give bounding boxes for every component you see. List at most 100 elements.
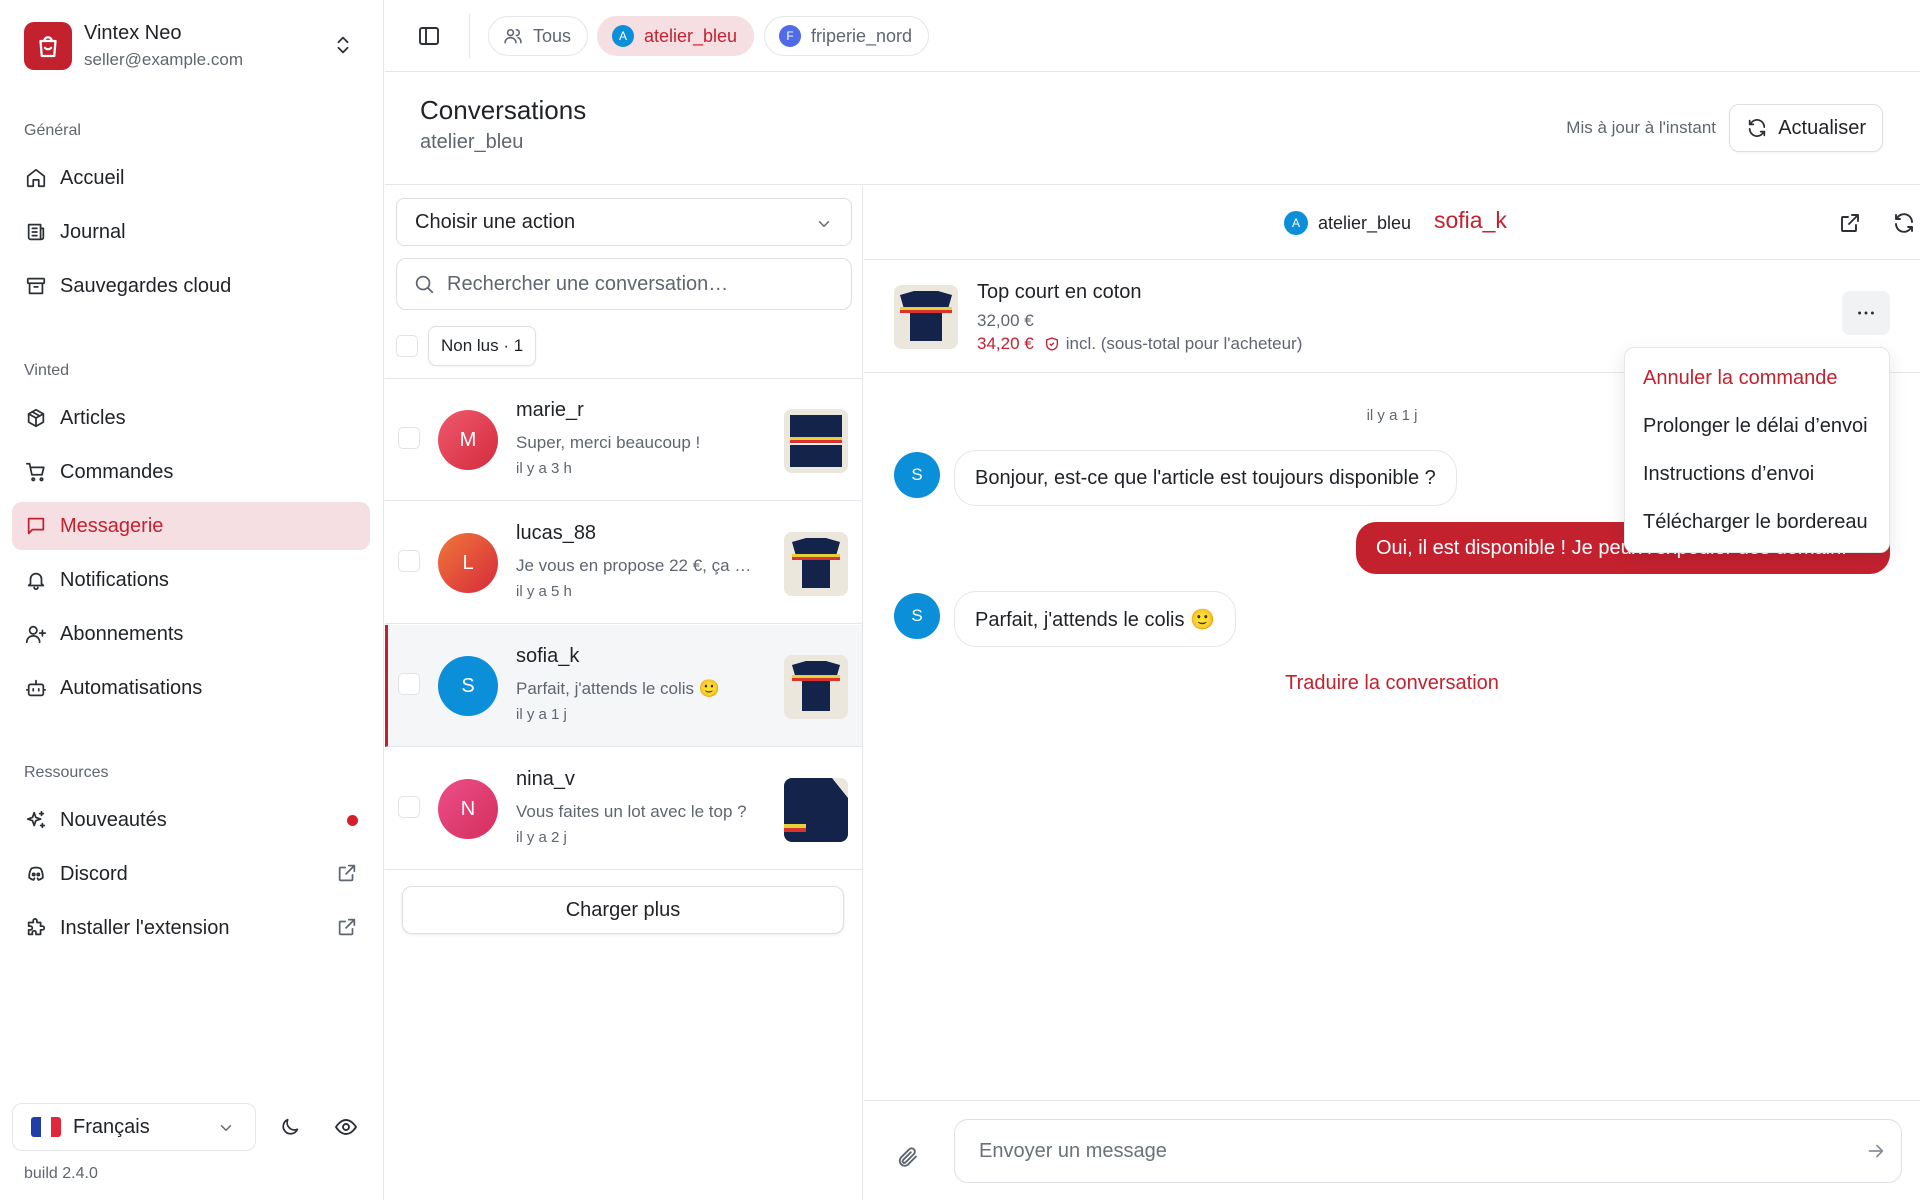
conversation-name: nina_v: [516, 768, 575, 790]
privacy-toggle[interactable]: [326, 1107, 366, 1147]
top-bar: Tous A atelier_bleu F friperie_nord: [385, 0, 1920, 72]
sidebar-item-messagerie[interactable]: Messagerie: [12, 502, 370, 550]
conversation-item[interactable]: L lucas_88 Je vous en propose 22 €, ça v…: [385, 502, 862, 624]
avatar: N: [438, 779, 498, 839]
account-avatar: F: [779, 25, 801, 47]
conversation-time: il y a 3 h: [516, 460, 572, 477]
account-switcher[interactable]: Vintex Neo seller@example.com: [24, 22, 364, 74]
archive-icon: [24, 274, 48, 298]
conversation-preview: Vous faites un lot avec le top ?: [516, 802, 747, 821]
language-select[interactable]: Français: [12, 1103, 256, 1151]
page-subtitle: atelier_bleu: [420, 131, 524, 153]
conversation-preview: Je vous en propose 22 €, ça vous va ?: [516, 556, 756, 575]
product-title: Top court en coton: [977, 281, 1142, 303]
cart-icon: [24, 460, 48, 484]
menu-item-extend-shipping[interactable]: Prolonger le délai d’envoi: [1625, 402, 1889, 450]
open-external-button[interactable]: [1830, 203, 1870, 243]
product-thumbnail: [784, 409, 848, 473]
eye-icon: [334, 1115, 358, 1139]
conversation-preview: Super, merci beaucoup !: [516, 433, 701, 452]
paperclip-icon: [896, 1145, 920, 1169]
translate-conversation-link[interactable]: Traduire la conversation: [864, 672, 1920, 695]
toggle-sidebar-button[interactable]: [409, 16, 449, 56]
journal-icon: [24, 220, 48, 244]
sidebar-item-label: Installer l'extension: [60, 916, 230, 939]
conversation-item-selected[interactable]: S sofia_k Parfait, j'attends le colis 🙂 …: [385, 625, 862, 747]
chip-label: Tous: [533, 25, 572, 46]
sparkles-icon: [24, 808, 48, 832]
menu-item-download-label[interactable]: Télécharger le bordereau: [1625, 498, 1889, 546]
sidebar-item-articles[interactable]: Articles: [12, 394, 370, 442]
refresh-button[interactable]: Actualiser: [1729, 104, 1883, 152]
group-label-general: Général: [24, 122, 81, 139]
bot-icon: [24, 676, 48, 700]
chip-label: atelier_bleu: [644, 25, 738, 46]
sidebar-item-label: Automatisations: [60, 676, 203, 699]
sender-avatar: S: [894, 593, 940, 639]
external-link-icon: [336, 862, 358, 884]
discord-icon: [24, 862, 48, 886]
sidebar-item-nouveautes[interactable]: Nouveautés: [12, 796, 370, 844]
filter-row: Non lus · 1: [396, 326, 537, 366]
conversation-search[interactable]: [396, 258, 852, 310]
avatar: M: [438, 410, 498, 470]
chevrons-up-down-icon[interactable]: [332, 34, 354, 56]
refresh-conversation-button[interactable]: [1884, 203, 1920, 243]
load-more-button[interactable]: Charger plus: [402, 886, 844, 934]
moon-icon: [279, 1116, 301, 1138]
sidebar-item-label: Accueil: [60, 166, 125, 189]
avatar: S: [438, 656, 498, 716]
group-label-ressources: Ressources: [24, 764, 109, 781]
sidebar-item-discord[interactable]: Discord: [12, 850, 370, 898]
account-avatar: A: [612, 25, 634, 47]
sidebar-item-sauvegardes[interactable]: Sauvegardes cloud: [12, 262, 370, 310]
conversation-checkbox[interactable]: [398, 796, 420, 818]
more-horizontal-icon: [1855, 302, 1877, 324]
refresh-label: Actualiser: [1778, 116, 1866, 139]
sidebar-item-automatisations[interactable]: Automatisations: [12, 664, 370, 712]
conversation-list-pane: Choisir une action Non lus · 1 M marie_r…: [385, 186, 863, 1200]
sidebar-item-journal[interactable]: Journal: [12, 208, 370, 256]
dark-mode-toggle[interactable]: [270, 1107, 310, 1147]
attach-button[interactable]: [888, 1137, 928, 1177]
send-icon[interactable]: [1865, 1140, 1887, 1162]
sidebar-item-extension[interactable]: Installer l'extension: [12, 904, 370, 952]
select-all-checkbox[interactable]: [396, 335, 418, 357]
french-flag-icon: [31, 1117, 61, 1137]
conversation-checkbox[interactable]: [398, 550, 420, 572]
conversation-item[interactable]: N nina_v Vous faites un lot avec le top …: [385, 748, 862, 870]
menu-item-cancel-order[interactable]: Annuler la commande: [1625, 354, 1889, 402]
bulk-action-select[interactable]: Choisir une action: [396, 198, 852, 246]
chat-username-link[interactable]: sofia_k: [1434, 207, 1507, 234]
home-icon: [24, 166, 48, 190]
bell-icon: [24, 568, 48, 592]
account-chip-atelier-bleu[interactable]: A atelier_bleu: [597, 16, 755, 56]
sidebar-item-abonnements[interactable]: Abonnements: [12, 610, 370, 658]
chat-pane: A atelier_bleu sofia_k Top court en coto…: [864, 186, 1920, 1200]
conversation-item[interactable]: M marie_r Super, merci beaucoup ! il y a…: [385, 379, 862, 501]
conversation-checkbox[interactable]: [398, 673, 420, 695]
menu-item-shipping-instructions[interactable]: Instructions d’envoi: [1625, 450, 1889, 498]
chevron-down-icon: [815, 215, 833, 233]
message-icon: [24, 514, 48, 538]
account-email: seller@example.com: [84, 50, 243, 69]
account-chip-all[interactable]: Tous: [488, 16, 589, 56]
sidebar-item-accueil[interactable]: Accueil: [12, 154, 370, 202]
sidebar-item-label: Sauvegardes cloud: [60, 274, 232, 297]
sidebar-item-label: Notifications: [60, 568, 169, 591]
sidebar-item-notifications[interactable]: Notifications: [12, 556, 370, 604]
product-thumbnail: [784, 778, 848, 842]
sidebar-item-commandes[interactable]: Commandes: [12, 448, 370, 496]
conversation-checkbox[interactable]: [398, 427, 420, 449]
total-note: incl. (sous-total pour l'acheteur): [1065, 334, 1303, 353]
message-composer[interactable]: [954, 1119, 1902, 1183]
message-input[interactable]: [979, 1139, 1839, 1163]
conversation-time: il y a 2 j: [516, 829, 567, 846]
sidebar-item-label: Nouveautés: [60, 808, 167, 831]
order-actions-button[interactable]: [1842, 291, 1890, 335]
unread-filter-button[interactable]: Non lus · 1: [428, 326, 537, 366]
search-input[interactable]: [447, 272, 827, 296]
conversation-name: marie_r: [516, 399, 584, 421]
composer-bar: [864, 1100, 1920, 1200]
account-chip-friperie-nord[interactable]: F friperie_nord: [764, 16, 930, 56]
